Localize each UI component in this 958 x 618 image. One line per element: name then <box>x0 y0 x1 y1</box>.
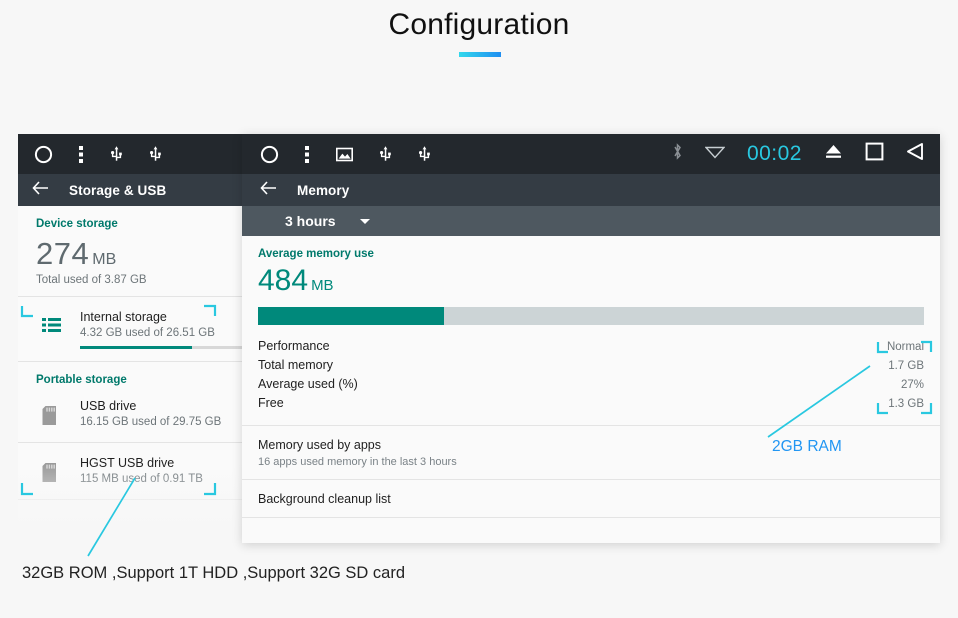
divider <box>18 499 265 500</box>
bluetooth-icon <box>672 143 683 165</box>
usb-icon[interactable] <box>379 145 392 164</box>
memory-panel: 00:02 Memory 3 hours Average memory use … <box>242 134 940 543</box>
average-memory-unit: MB <box>311 277 334 294</box>
ram-annotation-label: 2GB RAM <box>772 438 842 455</box>
storage-usb-panel: Storage & USB Device storage 274 MB Total… <box>18 134 265 534</box>
stat-row: Performance Normal <box>258 337 924 356</box>
stat-label-free: Free <box>258 396 284 410</box>
memory-stats-list: Performance Normal Total memory 1.7 GB A… <box>242 325 940 425</box>
eject-icon[interactable] <box>824 143 843 165</box>
background-cleanup-title: Background cleanup list <box>258 492 391 506</box>
usb-icon[interactable] <box>110 145 123 164</box>
back-arrow-icon[interactable] <box>260 180 277 200</box>
average-memory-value: 484 <box>258 264 309 297</box>
list-item-usb-drive[interactable]: USB drive 16.15 GB used of 29.75 GB <box>18 386 265 442</box>
storage-title-bar: Storage & USB <box>18 174 265 206</box>
stat-label-average-used: Average used (%) <box>258 377 358 391</box>
status-clock: 00:02 <box>746 142 802 165</box>
portable-storage-header: Portable storage <box>36 374 127 386</box>
hgst-usb-drive-sub: 115 MB used of 0.91 TB <box>80 473 203 485</box>
sd-card-icon <box>42 456 70 487</box>
stat-row: Free 1.3 GB <box>258 394 924 413</box>
device-storage-unit: MB <box>92 251 117 268</box>
usb-drive-title: USB drive <box>80 399 137 413</box>
memory-page-title: Memory <box>297 182 350 198</box>
home-square-icon[interactable] <box>865 142 884 166</box>
back-triangle-icon[interactable] <box>906 142 924 166</box>
stat-value-total-memory: 1.7 GB <box>888 360 924 372</box>
internal-storage-title: Internal storage <box>80 310 167 324</box>
stat-row: Average used (%) 27% <box>258 375 924 394</box>
circle-icon[interactable] <box>34 145 53 164</box>
overflow-menu-icon[interactable] <box>305 145 310 164</box>
stat-value-performance: Normal <box>886 341 924 353</box>
stat-value-average-used: 27% <box>900 379 924 391</box>
list-item-background-cleanup[interactable]: Background cleanup list <box>242 479 940 517</box>
back-arrow-icon[interactable] <box>32 180 49 200</box>
average-memory-amount: 484 MB <box>242 260 940 298</box>
page-title: Configuration <box>388 8 570 41</box>
usb-icon[interactable] <box>149 145 162 164</box>
list-item-hgst-usb-drive[interactable]: HGST USB drive 115 MB used of 0.91 TB <box>18 443 265 499</box>
device-storage-sub: Total used of 3.87 GB <box>36 274 147 286</box>
stat-row: Total memory 1.7 GB <box>258 356 924 375</box>
circle-icon[interactable] <box>260 145 279 164</box>
internal-storage-sub: 4.32 GB used of 26.51 GB <box>80 327 215 339</box>
device-storage-amount: 274 MB <box>18 230 265 272</box>
list-item-internal-storage[interactable]: Internal storage 4.32 GB used of 26.51 G… <box>18 297 265 361</box>
internal-storage-icon <box>42 310 70 338</box>
time-range-label: 3 hours <box>285 213 336 229</box>
usb-drive-sub: 16.15 GB used of 29.75 GB <box>80 416 222 428</box>
average-memory-progress <box>258 307 924 325</box>
device-screenshot-composite: Storage & USB Device storage 274 MB Total… <box>18 134 940 554</box>
sd-card-icon <box>42 399 70 430</box>
storage-caption: 32GB ROM ,Support 1T HDD ,Support 32G SD… <box>22 564 406 582</box>
memory-title-bar: Memory <box>242 174 940 206</box>
memory-content: Average memory use 484 MB Performance Nor… <box>242 236 940 543</box>
average-memory-header: Average memory use <box>258 248 374 260</box>
memory-used-by-apps-sub: 16 apps used memory in the last 3 hours <box>258 456 457 468</box>
usb-icon[interactable] <box>418 145 431 164</box>
title-underline <box>459 52 501 57</box>
internal-storage-progress <box>80 346 252 349</box>
memory-list-empty-row <box>242 517 940 543</box>
chevron-down-icon <box>359 218 370 224</box>
stat-label-total-memory: Total memory <box>258 358 334 372</box>
device-storage-value: 274 <box>36 236 90 271</box>
time-range-selector[interactable]: 3 hours <box>242 206 940 236</box>
memory-status-bar: 00:02 <box>242 134 940 174</box>
stat-value-free: 1.3 GB <box>888 398 924 410</box>
overflow-menu-icon[interactable] <box>79 145 84 164</box>
hgst-usb-drive-title: HGST USB drive <box>80 456 175 470</box>
wifi-icon <box>704 144 726 164</box>
storage-page-title: Storage & USB <box>69 182 167 198</box>
device-storage-header: Device storage <box>36 218 118 230</box>
image-icon[interactable] <box>336 146 353 163</box>
stat-label-performance: Performance <box>258 339 330 353</box>
storage-status-bar <box>18 134 265 174</box>
